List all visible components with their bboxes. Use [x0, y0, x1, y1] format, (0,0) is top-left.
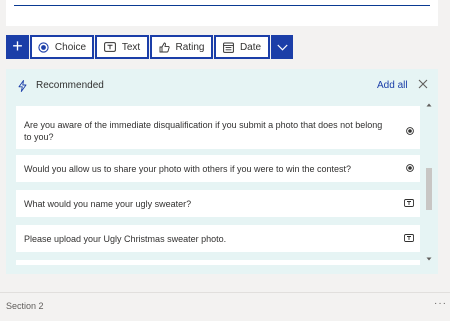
recommended-question[interactable]: Please upload your Ugly Christmas sweate…: [16, 225, 420, 252]
text-label: Text: [121, 41, 141, 53]
recommended-question[interactable]: [16, 260, 420, 265]
recommended-question[interactable]: What would you name your ugly sweater?: [16, 190, 420, 217]
scrollbar-thumb[interactable]: [426, 168, 432, 210]
recommended-header: Recommended Add all: [6, 69, 438, 103]
date-label: Date: [239, 41, 262, 53]
input-underline: [14, 5, 430, 6]
scrollbar[interactable]: [426, 102, 432, 268]
question-text: Would you allow us to share your photo w…: [24, 164, 352, 174]
add-new-button[interactable]: +: [6, 35, 29, 59]
thumbs-up-icon: [159, 42, 170, 52]
radio-icon: [406, 127, 414, 135]
add-question-toolbar: + Choice Text Rating Date: [6, 35, 293, 59]
close-icon[interactable]: [418, 79, 428, 89]
recommended-question[interactable]: Would you allow us to share your photo w…: [16, 155, 420, 182]
choice-label: Choice: [54, 41, 87, 53]
question-text: Are you aware of the immediate disqualif…: [24, 120, 383, 142]
scroll-up-arrow-icon[interactable]: [426, 102, 432, 108]
text-icon: [103, 42, 116, 52]
scroll-down-arrow-icon[interactable]: [426, 256, 432, 262]
text-icon: [404, 199, 414, 207]
recommended-title: Recommended: [36, 80, 104, 91]
date-button[interactable]: Date: [214, 35, 270, 59]
choice-button[interactable]: Choice: [30, 35, 94, 59]
radio-icon: [406, 164, 414, 172]
recommended-question-list: Are you aware of the immediate disqualif…: [16, 106, 420, 265]
section-more-button[interactable]: ···: [434, 298, 447, 309]
radio-icon: [38, 41, 49, 53]
chevron-down-icon: [276, 44, 288, 51]
previous-question-card: [6, 0, 438, 26]
rating-label: Rating: [175, 41, 205, 53]
recommended-panel: Recommended Add all Are you aware of the…: [6, 69, 438, 274]
add-all-link[interactable]: Add all: [377, 80, 408, 91]
text-icon: [404, 234, 414, 242]
section-bar: Section 2 ···: [0, 292, 450, 321]
question-text: What would you name your ugly sweater?: [24, 199, 192, 209]
calendar-icon: [223, 42, 234, 53]
rating-button[interactable]: Rating: [150, 35, 213, 59]
section-title: Section 2: [6, 301, 44, 311]
recommended-question[interactable]: Are you aware of the immediate disqualif…: [16, 113, 420, 149]
more-question-types-button[interactable]: [271, 35, 293, 59]
lightning-icon: [18, 80, 27, 92]
question-text: Please upload your Ugly Christmas sweate…: [24, 234, 227, 244]
text-button[interactable]: Text: [95, 35, 149, 59]
